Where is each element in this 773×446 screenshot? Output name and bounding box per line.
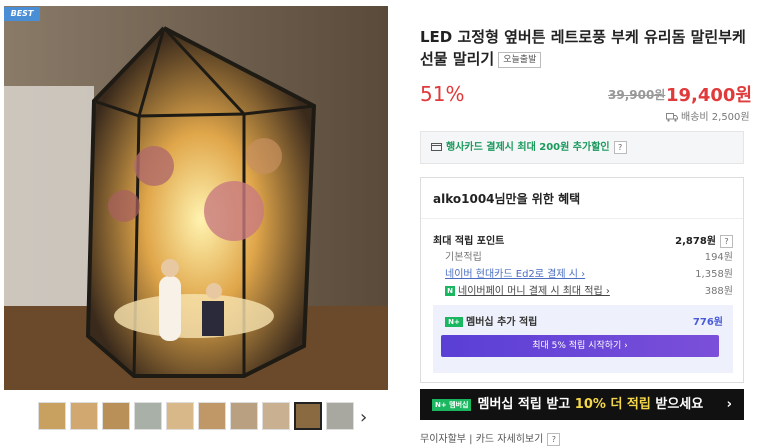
- membership-label: N+ 멤버십 추가 적립: [445, 313, 537, 328]
- product-gallery: BEST ›: [0, 0, 390, 445]
- point-help-icon[interactable]: ?: [720, 234, 733, 248]
- installment-info[interactable]: 무이자할부 | 카드 자세히보기?: [420, 430, 561, 446]
- sale-price: 19,400원: [666, 85, 753, 106]
- npay-point-value: 388원: [704, 286, 733, 297]
- banner-text-post: 받으세요: [650, 397, 704, 412]
- card-discount-box[interactable]: 행사카드 결제시 최대 200원 추가할인?: [420, 131, 744, 164]
- benefit-box: alko1004님만을 위한 혜택 최대 적립 포인트 2,878원? 기본적립…: [420, 177, 744, 383]
- naver-plus-icon: N+: [445, 317, 463, 327]
- npay-point-row: N 네이버페이 머니 결제 시 최대 적립 › 388원: [433, 282, 733, 297]
- membership-value: 776원: [692, 317, 723, 328]
- chevron-right-icon: ›: [726, 397, 732, 412]
- membership-start-button[interactable]: 최대 5% 적립 시작하기 ›: [441, 335, 719, 357]
- installment-text: 무이자할부 | 카드 자세히보기: [420, 434, 544, 445]
- thumbnail-2[interactable]: [70, 402, 98, 430]
- thumbnail-1[interactable]: [38, 402, 66, 430]
- max-point-label: 최대 적립 포인트: [433, 236, 505, 247]
- membership-badge: N+ 멤버십: [432, 398, 472, 411]
- card-point-link[interactable]: 네이버 현대카드 Ed2로 결제 시 ›: [445, 269, 585, 280]
- product-title-text: LED 고정형 옆버튼 레트로풍 부케 유리돔 말린부케 선물 말리기: [420, 28, 746, 68]
- thumbnail-6[interactable]: [198, 402, 226, 430]
- thumbnail-4[interactable]: [134, 402, 162, 430]
- installment-help-icon[interactable]: ?: [547, 432, 561, 446]
- thumbnail-next-icon[interactable]: ›: [360, 407, 367, 428]
- npay-point-link[interactable]: 네이버페이 머니 결제 시 최대 적립 ›: [458, 286, 610, 297]
- original-price: 39,900원: [608, 88, 666, 102]
- benefit-title: alko1004님만을 위한 혜택: [433, 192, 581, 206]
- today-ship-tag: 오늘출발: [498, 51, 542, 68]
- shipping-fee: 배송비 2,500원: [666, 108, 750, 123]
- card-promo-text: 행사카드 결제시 최대 200원 추가할인: [446, 142, 610, 153]
- card-point-value: 1,358원: [695, 269, 733, 280]
- shipping-fee-text: 배송비 2,500원: [681, 112, 750, 123]
- membership-label-text: 멤버십 추가 적립: [466, 317, 538, 328]
- card-help-icon[interactable]: ?: [613, 140, 627, 154]
- product-main-image[interactable]: [4, 6, 388, 390]
- product-info: LED 고정형 옆버튼 레트로풍 부케 유리돔 말린부케 선물 말리기 오늘출발 …: [390, 0, 773, 446]
- discount-rate: 51%: [420, 82, 465, 106]
- max-point-row: 최대 적립 포인트 2,878원?: [433, 232, 733, 248]
- basic-point-row: 기본적립 194원: [433, 248, 733, 263]
- membership-panel: N+ 멤버십 추가 적립 776원 최대 5% 적립 시작하기 ›: [433, 305, 733, 373]
- max-point-value-wrap: 2,878원?: [675, 232, 733, 248]
- thumbnail-strip: [38, 402, 354, 434]
- npay-icon: N: [445, 286, 455, 296]
- banner-text: 멤버십 적립 받고 10% 더 적립 받으세요: [477, 397, 703, 412]
- truck-icon: [666, 112, 678, 122]
- thumbnail-5[interactable]: [166, 402, 194, 430]
- max-point-value: 2,878원: [675, 236, 716, 247]
- thumbnail-8[interactable]: [262, 402, 290, 430]
- product-photo: [4, 6, 388, 390]
- thumbnail-9[interactable]: [294, 402, 322, 430]
- basic-point-label: 기본적립: [445, 252, 482, 263]
- card-icon: [431, 143, 442, 151]
- product-title: LED 고정형 옆버튼 레트로풍 부케 유리돔 말린부케 선물 말리기 오늘출발: [420, 26, 760, 70]
- thumbnail-10[interactable]: [326, 402, 354, 430]
- thumbnail-3[interactable]: [102, 402, 130, 430]
- membership-banner[interactable]: N+ 멤버십 멤버십 적립 받고 10% 더 적립 받으세요 ›: [420, 389, 744, 420]
- best-badge: BEST: [4, 7, 40, 21]
- banner-text-pre: 멤버십 적립 받고: [477, 397, 575, 412]
- thumbnail-7[interactable]: [230, 402, 258, 430]
- divider: [421, 218, 743, 219]
- banner-highlight: 10% 더 적립: [574, 397, 651, 412]
- basic-point-value: 194원: [704, 252, 733, 263]
- card-point-row: 네이버 현대카드 Ed2로 결제 시 › 1,358원: [433, 265, 733, 280]
